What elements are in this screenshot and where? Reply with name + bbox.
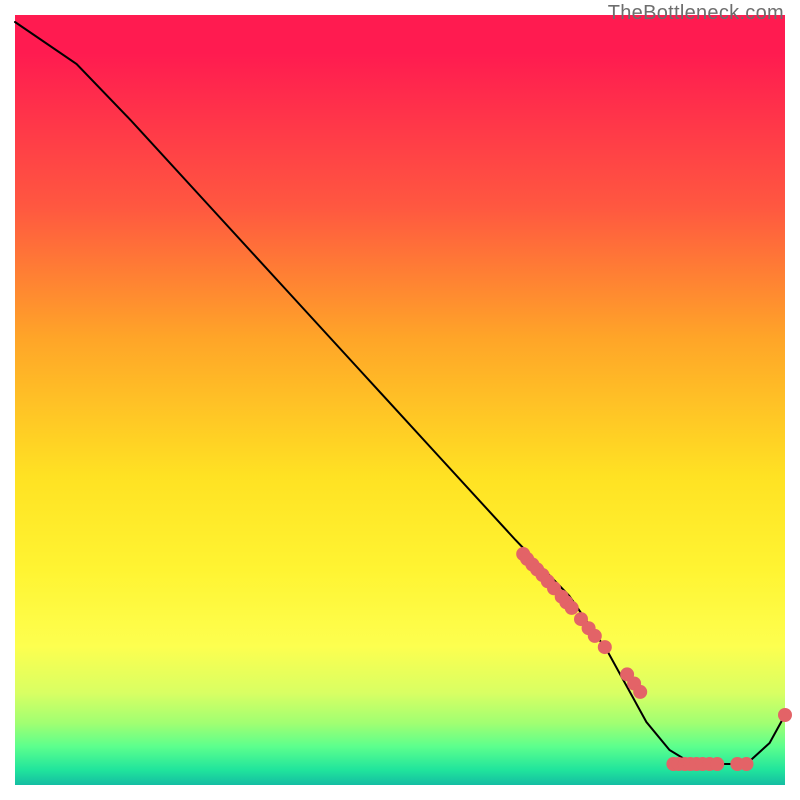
scatter-point [598, 640, 612, 654]
curve-path [15, 22, 785, 764]
scatter-point [588, 629, 602, 643]
line-series [15, 22, 785, 764]
scatter-point [740, 757, 754, 771]
scatter-point [633, 685, 647, 699]
chart-container: TheBottleneck.com [0, 0, 800, 800]
scatter-group [516, 547, 792, 771]
scatter-point [778, 708, 792, 722]
chart-svg [15, 15, 785, 785]
scatter-point [565, 601, 579, 615]
scatter-point [710, 757, 724, 771]
